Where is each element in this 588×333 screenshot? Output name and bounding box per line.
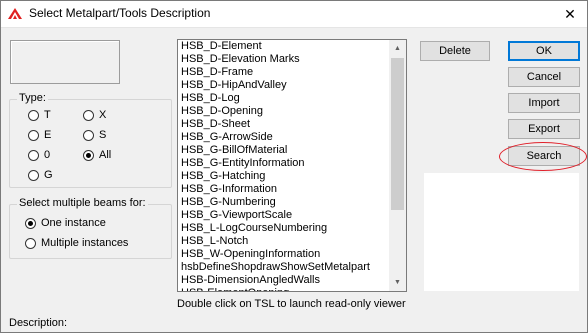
list-item[interactable]: HSB_D-HipAndValley — [178, 79, 388, 92]
list-item[interactable]: HSB_D-Element — [178, 40, 388, 53]
beams-radio-label: One instance — [41, 217, 106, 229]
type-radio-label: G — [44, 169, 53, 181]
list-item[interactable]: HSB-DimensionAngledWalls — [178, 274, 388, 287]
list-item[interactable]: HSB_D-Frame — [178, 66, 388, 79]
type-radio-label: 0 — [44, 149, 51, 161]
radio-button[interactable] — [28, 129, 39, 141]
dialog-window: Select Metalpart/Tools Description ✕ Typ… — [0, 0, 588, 333]
radio-button[interactable] — [83, 129, 94, 141]
type-radio-label: All — [99, 149, 112, 161]
title-bar: Select Metalpart/Tools Description ✕ — [1, 1, 587, 28]
beams-radio-one-instance[interactable]: One instance — [25, 217, 106, 229]
radio-button[interactable] — [25, 237, 36, 249]
ok-button[interactable]: OK — [508, 41, 580, 61]
delete-button[interactable]: Delete — [420, 41, 490, 61]
beams-group: Select multiple beams for: — [9, 197, 172, 259]
type-radio-0[interactable]: 0 — [28, 149, 50, 161]
description-panel — [424, 173, 579, 291]
type-radio-t[interactable]: T — [28, 109, 51, 121]
type-radio-label: X — [99, 109, 107, 121]
list-item[interactable]: HSB_G-Hatching — [178, 170, 388, 183]
close-icon[interactable]: ✕ — [553, 1, 587, 27]
list-item[interactable]: HSB_G-BillOfMaterial — [178, 144, 388, 157]
cancel-button[interactable]: Cancel — [508, 67, 580, 87]
list-item[interactable]: HSB_D-Log — [178, 92, 388, 105]
type-group-label: Type: — [17, 92, 48, 104]
beams-group-label: Select multiple beams for: — [17, 197, 148, 209]
type-radio-x[interactable]: X — [83, 109, 106, 121]
radio-button-selected[interactable] — [83, 149, 94, 161]
scroll-up-icon[interactable]: ▲ — [389, 40, 406, 57]
list-item[interactable]: HSB_D-Elevation Marks — [178, 53, 388, 66]
preview-box — [10, 40, 120, 84]
vertical-scrollbar[interactable]: ▲ ▼ — [389, 40, 406, 291]
radio-button[interactable] — [28, 149, 39, 161]
radio-button[interactable] — [28, 169, 39, 181]
import-button[interactable]: Import — [508, 93, 580, 113]
type-radio-label: T — [44, 109, 51, 121]
tsl-listbox[interactable]: HSB_D-Element HSB_D-Elevation Marks HSB_D-… — [177, 39, 407, 292]
list-item[interactable]: HSB_G-EntityInformation — [178, 157, 388, 170]
type-radio-all[interactable]: All — [83, 149, 111, 161]
radio-button-selected[interactable] — [25, 217, 36, 229]
beams-radio-label: Multiple instances — [41, 237, 129, 249]
type-radio-e[interactable]: E — [28, 129, 51, 141]
type-radio-label: S — [99, 129, 107, 141]
list-item[interactable]: HSB_W-OpeningInformation — [178, 248, 388, 261]
window-title: Select Metalpart/Tools Description — [29, 6, 211, 20]
list-item[interactable]: HSB_L-Notch — [178, 235, 388, 248]
list-item[interactable]: HSB_G-Information — [178, 183, 388, 196]
radio-button[interactable] — [83, 109, 94, 121]
type-radio-label: E — [44, 129, 52, 141]
list-item[interactable]: hsbDefineShopdrawShowSetMetalpart — [178, 261, 388, 274]
list-item[interactable]: HSB_G-Numbering — [178, 196, 388, 209]
tsl-list-items[interactable]: HSB_D-Element HSB_D-Elevation Marks HSB_D-… — [178, 40, 388, 291]
list-item[interactable]: HSB_D-Opening — [178, 105, 388, 118]
app-icon — [7, 6, 23, 22]
search-button[interactable]: Search — [508, 146, 580, 166]
list-item[interactable]: HSB-ElementOpening — [178, 287, 388, 291]
export-button[interactable]: Export — [508, 119, 580, 139]
scroll-thumb[interactable] — [391, 58, 404, 210]
beams-radio-multiple-instances[interactable]: Multiple instances — [25, 237, 128, 249]
type-radio-g[interactable]: G — [28, 169, 53, 181]
list-item[interactable]: HSB_L-LogCourseNumbering — [178, 222, 388, 235]
list-item[interactable]: HSB_D-Sheet — [178, 118, 388, 131]
description-label: Description: — [9, 317, 68, 329]
list-item[interactable]: HSB_G-ViewportScale — [178, 209, 388, 222]
list-item[interactable]: HSB_G-ArrowSide — [178, 131, 388, 144]
radio-button[interactable] — [28, 109, 39, 121]
scroll-down-icon[interactable]: ▼ — [389, 274, 406, 291]
hint-text: Double click on TSL to launch read-only … — [177, 298, 406, 310]
type-radio-s[interactable]: S — [83, 129, 106, 141]
